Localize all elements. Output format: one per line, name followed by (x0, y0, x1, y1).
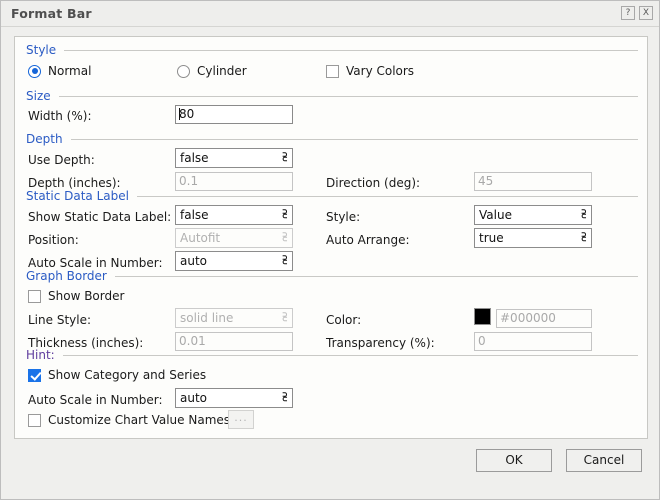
close-icon[interactable]: X (639, 6, 653, 20)
section-static-data-label-rule (137, 196, 638, 197)
transparency-value: 0 (478, 334, 486, 348)
hint-auto-scale-select[interactable]: auto ⫔ (175, 388, 293, 408)
position-value: Autofit (180, 231, 220, 245)
checkbox-vary-colors[interactable]: Vary Colors (326, 64, 414, 78)
section-graph-border-rule (115, 276, 638, 277)
use-depth-value: false (180, 151, 209, 165)
checkbox-customize-chart-value-names-label: Customize Chart Value Names (48, 413, 230, 427)
checkbox-show-border-indicator (28, 290, 41, 303)
chevron-down-icon: ⫔ (582, 206, 586, 224)
line-style-select: solid line ⫔ (175, 308, 293, 328)
checkbox-customize-chart-value-names[interactable]: Customize Chart Value Names (28, 413, 230, 427)
section-hint-label: Hint: (26, 348, 55, 362)
radio-normal-label: Normal (48, 64, 91, 78)
chevron-down-icon: ⫔ (283, 149, 287, 167)
depth-inches-value: 0.1 (179, 174, 198, 188)
show-static-data-label-select[interactable]: false ⫔ (175, 205, 293, 225)
static-style-select[interactable]: Value ⫔ (474, 205, 592, 225)
show-static-data-label-value: false (180, 208, 209, 222)
checkbox-show-border[interactable]: Show Border (28, 289, 124, 303)
customize-browse-button: ... (228, 410, 254, 429)
checkbox-show-category-and-series-indicator (28, 369, 41, 382)
radio-cylinder[interactable]: Cylinder (177, 64, 247, 78)
section-graph-border: Graph Border (26, 269, 638, 283)
label-hint-auto-scale: Auto Scale in Number: (28, 393, 163, 407)
dialog-footer: OK Cancel (1, 449, 660, 479)
cancel-button[interactable]: Cancel (566, 449, 642, 472)
section-style-label: Style (26, 43, 56, 57)
titlebar-buttons: ? X (621, 6, 653, 20)
color-value: #000000 (500, 311, 556, 325)
checkbox-customize-chart-value-names-indicator (28, 414, 41, 427)
help-icon[interactable]: ? (621, 6, 635, 20)
section-size: Size (26, 89, 638, 103)
section-style-rule (64, 50, 638, 51)
checkbox-vary-colors-label: Vary Colors (346, 64, 414, 78)
ok-button[interactable]: OK (476, 449, 552, 472)
chevron-down-icon: ⫔ (283, 389, 287, 407)
section-hint-rule (63, 355, 638, 356)
section-depth-label: Depth (26, 132, 63, 146)
label-use-depth: Use Depth: (28, 153, 95, 167)
label-direction: Direction (deg): (326, 176, 420, 190)
dialog-title: Format Bar (11, 6, 92, 21)
section-depth-rule (71, 139, 638, 140)
static-auto-scale-value: auto (180, 254, 207, 268)
section-depth: Depth (26, 132, 638, 146)
width-input[interactable]: 80 (175, 105, 293, 124)
label-show-static-data-label: Show Static Data Label: (28, 210, 171, 224)
label-color: Color: (326, 313, 361, 327)
line-style-value: solid line (180, 311, 233, 325)
thickness-value: 0.01 (179, 334, 206, 348)
width-input-value: 80 (179, 107, 194, 121)
chevron-down-icon: ⫔ (582, 229, 586, 247)
chevron-down-icon: ⫔ (283, 252, 287, 270)
label-depth-inches: Depth (inches): (28, 176, 121, 190)
checkbox-vary-colors-indicator (326, 65, 339, 78)
radio-normal[interactable]: Normal (28, 64, 91, 78)
color-swatch[interactable] (474, 308, 491, 325)
label-static-style: Style: (326, 210, 360, 224)
section-hint: Hint: (26, 348, 638, 362)
section-static-data-label-label: Static Data Label (26, 189, 129, 203)
label-line-style: Line Style: (28, 313, 91, 327)
label-static-auto-scale: Auto Scale in Number: (28, 256, 163, 270)
label-position: Position: (28, 233, 79, 247)
label-width: Width (%): (28, 109, 92, 123)
section-style: Style (26, 43, 638, 57)
label-auto-arrange: Auto Arrange: (326, 233, 410, 247)
checkbox-show-category-and-series[interactable]: Show Category and Series (28, 368, 206, 382)
position-select: Autofit ⫔ (175, 228, 293, 248)
static-style-value: Value (479, 208, 512, 222)
radio-normal-indicator (28, 65, 41, 78)
chevron-down-icon: ⫔ (283, 229, 287, 247)
section-graph-border-label: Graph Border (26, 269, 107, 283)
chevron-down-icon: ⫔ (283, 309, 287, 327)
radio-cylinder-indicator (177, 65, 190, 78)
format-bar-dialog: Format Bar ? X Style Normal Cylinder (0, 0, 660, 500)
checkbox-show-category-and-series-label: Show Category and Series (48, 368, 206, 382)
settings-panel: Style Normal Cylinder Vary Colors Size W… (14, 36, 648, 439)
color-input: #000000 (496, 309, 592, 328)
chevron-down-icon: ⫔ (283, 206, 287, 224)
auto-arrange-value: true (479, 231, 504, 245)
direction-value: 45 (478, 174, 493, 188)
section-size-rule (59, 96, 638, 97)
static-auto-scale-select[interactable]: auto ⫔ (175, 251, 293, 271)
titlebar: Format Bar ? X (1, 1, 659, 27)
section-size-label: Size (26, 89, 51, 103)
auto-arrange-select[interactable]: true ⫔ (474, 228, 592, 248)
hint-auto-scale-value: auto (180, 391, 207, 405)
radio-cylinder-label: Cylinder (197, 64, 247, 78)
use-depth-select[interactable]: false ⫔ (175, 148, 293, 168)
section-static-data-label: Static Data Label (26, 189, 638, 203)
checkbox-show-border-label: Show Border (48, 289, 124, 303)
